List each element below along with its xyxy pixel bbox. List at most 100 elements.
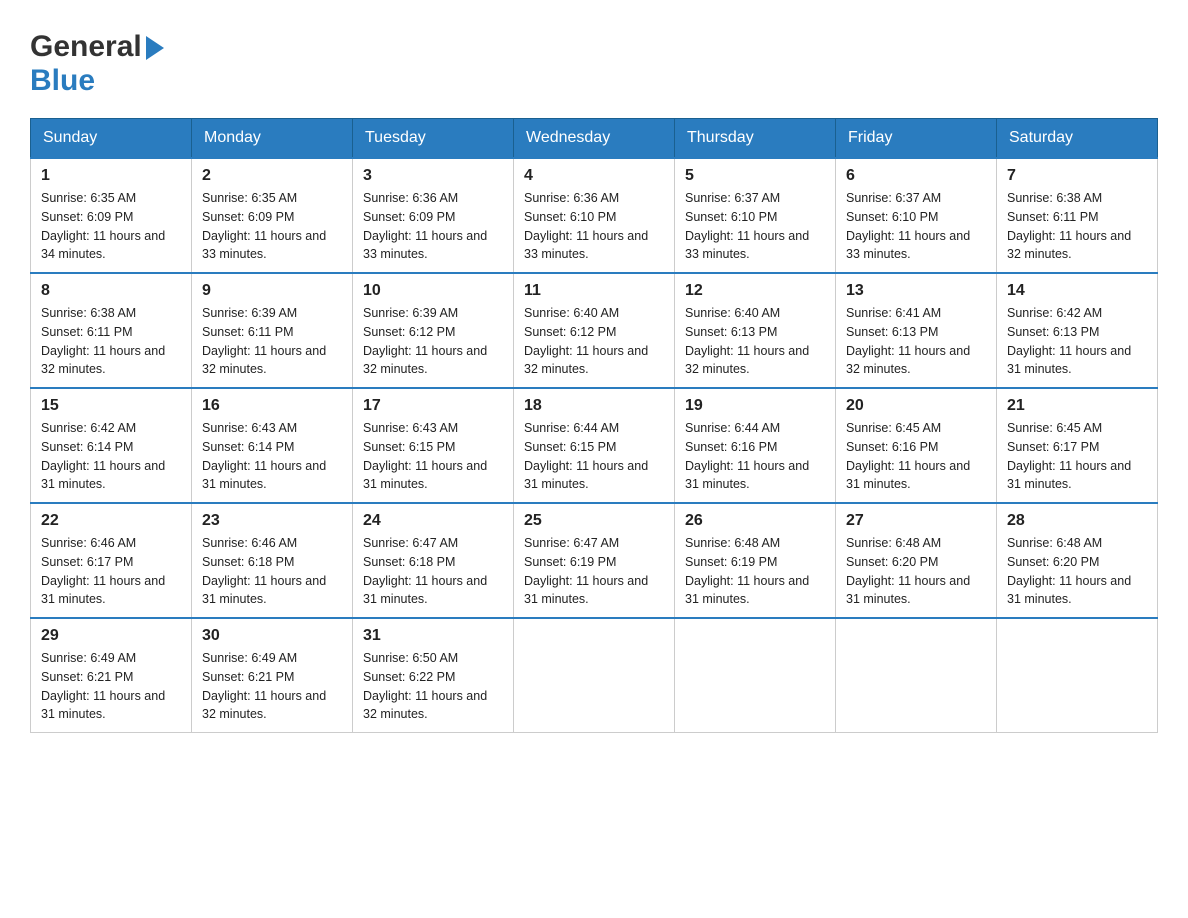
calendar-day-cell: 22 Sunrise: 6:46 AMSunset: 6:17 PMDaylig… (31, 503, 192, 618)
calendar-day-cell: 9 Sunrise: 6:39 AMSunset: 6:11 PMDayligh… (192, 273, 353, 388)
day-info: Sunrise: 6:45 AMSunset: 6:17 PMDaylight:… (1007, 421, 1131, 491)
day-info: Sunrise: 6:44 AMSunset: 6:15 PMDaylight:… (524, 421, 648, 491)
day-info: Sunrise: 6:47 AMSunset: 6:18 PMDaylight:… (363, 536, 487, 606)
calendar-day-cell: 17 Sunrise: 6:43 AMSunset: 6:15 PMDaylig… (353, 388, 514, 503)
day-number: 20 (846, 397, 986, 415)
day-info: Sunrise: 6:41 AMSunset: 6:13 PMDaylight:… (846, 306, 970, 376)
day-number: 18 (524, 397, 664, 415)
calendar-day-cell: 25 Sunrise: 6:47 AMSunset: 6:19 PMDaylig… (514, 503, 675, 618)
calendar-day-cell: 18 Sunrise: 6:44 AMSunset: 6:15 PMDaylig… (514, 388, 675, 503)
calendar-week-row: 29 Sunrise: 6:49 AMSunset: 6:21 PMDaylig… (31, 618, 1158, 733)
day-info: Sunrise: 6:39 AMSunset: 6:11 PMDaylight:… (202, 306, 326, 376)
calendar-day-cell: 3 Sunrise: 6:36 AMSunset: 6:09 PMDayligh… (353, 158, 514, 273)
calendar-day-cell: 30 Sunrise: 6:49 AMSunset: 6:21 PMDaylig… (192, 618, 353, 733)
day-of-week-header: Monday (192, 119, 353, 159)
day-info: Sunrise: 6:42 AMSunset: 6:14 PMDaylight:… (41, 421, 165, 491)
day-number: 4 (524, 167, 664, 185)
calendar-week-row: 15 Sunrise: 6:42 AMSunset: 6:14 PMDaylig… (31, 388, 1158, 503)
calendar-week-row: 1 Sunrise: 6:35 AMSunset: 6:09 PMDayligh… (31, 158, 1158, 273)
day-number: 6 (846, 167, 986, 185)
calendar-day-cell: 24 Sunrise: 6:47 AMSunset: 6:18 PMDaylig… (353, 503, 514, 618)
calendar-day-cell: 29 Sunrise: 6:49 AMSunset: 6:21 PMDaylig… (31, 618, 192, 733)
day-number: 22 (41, 512, 181, 530)
day-info: Sunrise: 6:40 AMSunset: 6:13 PMDaylight:… (685, 306, 809, 376)
calendar-day-cell: 6 Sunrise: 6:37 AMSunset: 6:10 PMDayligh… (836, 158, 997, 273)
day-of-week-header: Saturday (997, 119, 1158, 159)
calendar-day-cell: 15 Sunrise: 6:42 AMSunset: 6:14 PMDaylig… (31, 388, 192, 503)
calendar-day-cell: 5 Sunrise: 6:37 AMSunset: 6:10 PMDayligh… (675, 158, 836, 273)
day-number: 1 (41, 167, 181, 185)
day-info: Sunrise: 6:38 AMSunset: 6:11 PMDaylight:… (41, 306, 165, 376)
day-info: Sunrise: 6:42 AMSunset: 6:13 PMDaylight:… (1007, 306, 1131, 376)
day-number: 31 (363, 627, 503, 645)
calendar-day-cell: 11 Sunrise: 6:40 AMSunset: 6:12 PMDaylig… (514, 273, 675, 388)
calendar-day-cell: 13 Sunrise: 6:41 AMSunset: 6:13 PMDaylig… (836, 273, 997, 388)
day-info: Sunrise: 6:45 AMSunset: 6:16 PMDaylight:… (846, 421, 970, 491)
day-number: 10 (363, 282, 503, 300)
calendar-table: SundayMondayTuesdayWednesdayThursdayFrid… (30, 118, 1158, 733)
calendar-week-row: 8 Sunrise: 6:38 AMSunset: 6:11 PMDayligh… (31, 273, 1158, 388)
logo-blue-text: Blue (30, 64, 95, 97)
day-info: Sunrise: 6:48 AMSunset: 6:19 PMDaylight:… (685, 536, 809, 606)
day-number: 8 (41, 282, 181, 300)
day-info: Sunrise: 6:39 AMSunset: 6:12 PMDaylight:… (363, 306, 487, 376)
calendar-week-row: 22 Sunrise: 6:46 AMSunset: 6:17 PMDaylig… (31, 503, 1158, 618)
day-of-week-header: Sunday (31, 119, 192, 159)
day-number: 16 (202, 397, 342, 415)
calendar-day-cell: 31 Sunrise: 6:50 AMSunset: 6:22 PMDaylig… (353, 618, 514, 733)
day-info: Sunrise: 6:47 AMSunset: 6:19 PMDaylight:… (524, 536, 648, 606)
day-info: Sunrise: 6:43 AMSunset: 6:15 PMDaylight:… (363, 421, 487, 491)
calendar-day-cell: 2 Sunrise: 6:35 AMSunset: 6:09 PMDayligh… (192, 158, 353, 273)
day-number: 2 (202, 167, 342, 185)
day-number: 28 (1007, 512, 1147, 530)
calendar-day-cell: 28 Sunrise: 6:48 AMSunset: 6:20 PMDaylig… (997, 503, 1158, 618)
logo-general-text: General (30, 30, 142, 64)
day-number: 30 (202, 627, 342, 645)
day-info: Sunrise: 6:40 AMSunset: 6:12 PMDaylight:… (524, 306, 648, 376)
calendar-day-cell: 27 Sunrise: 6:48 AMSunset: 6:20 PMDaylig… (836, 503, 997, 618)
day-number: 21 (1007, 397, 1147, 415)
day-info: Sunrise: 6:46 AMSunset: 6:18 PMDaylight:… (202, 536, 326, 606)
calendar-day-cell: 20 Sunrise: 6:45 AMSunset: 6:16 PMDaylig… (836, 388, 997, 503)
day-number: 9 (202, 282, 342, 300)
calendar-day-cell: 7 Sunrise: 6:38 AMSunset: 6:11 PMDayligh… (997, 158, 1158, 273)
day-number: 7 (1007, 167, 1147, 185)
calendar-day-cell: 8 Sunrise: 6:38 AMSunset: 6:11 PMDayligh… (31, 273, 192, 388)
day-info: Sunrise: 6:37 AMSunset: 6:10 PMDaylight:… (846, 191, 970, 261)
calendar-header-row: SundayMondayTuesdayWednesdayThursdayFrid… (31, 119, 1158, 159)
calendar-day-cell (514, 618, 675, 733)
calendar-day-cell: 4 Sunrise: 6:36 AMSunset: 6:10 PMDayligh… (514, 158, 675, 273)
calendar-day-cell: 19 Sunrise: 6:44 AMSunset: 6:16 PMDaylig… (675, 388, 836, 503)
logo: General Blue (30, 30, 164, 98)
day-number: 3 (363, 167, 503, 185)
day-info: Sunrise: 6:49 AMSunset: 6:21 PMDaylight:… (202, 651, 326, 721)
calendar-day-cell: 12 Sunrise: 6:40 AMSunset: 6:13 PMDaylig… (675, 273, 836, 388)
calendar-day-cell: 16 Sunrise: 6:43 AMSunset: 6:14 PMDaylig… (192, 388, 353, 503)
day-info: Sunrise: 6:44 AMSunset: 6:16 PMDaylight:… (685, 421, 809, 491)
calendar-day-cell: 23 Sunrise: 6:46 AMSunset: 6:18 PMDaylig… (192, 503, 353, 618)
day-number: 24 (363, 512, 503, 530)
page-header: General Blue (30, 30, 1158, 98)
calendar-day-cell: 14 Sunrise: 6:42 AMSunset: 6:13 PMDaylig… (997, 273, 1158, 388)
day-info: Sunrise: 6:49 AMSunset: 6:21 PMDaylight:… (41, 651, 165, 721)
day-number: 11 (524, 282, 664, 300)
day-info: Sunrise: 6:36 AMSunset: 6:09 PMDaylight:… (363, 191, 487, 261)
day-info: Sunrise: 6:35 AMSunset: 6:09 PMDaylight:… (41, 191, 165, 261)
calendar-day-cell (997, 618, 1158, 733)
day-of-week-header: Wednesday (514, 119, 675, 159)
day-number: 26 (685, 512, 825, 530)
day-of-week-header: Tuesday (353, 119, 514, 159)
day-number: 25 (524, 512, 664, 530)
day-info: Sunrise: 6:50 AMSunset: 6:22 PMDaylight:… (363, 651, 487, 721)
day-number: 5 (685, 167, 825, 185)
calendar-day-cell (675, 618, 836, 733)
calendar-day-cell: 1 Sunrise: 6:35 AMSunset: 6:09 PMDayligh… (31, 158, 192, 273)
calendar-day-cell: 10 Sunrise: 6:39 AMSunset: 6:12 PMDaylig… (353, 273, 514, 388)
day-number: 19 (685, 397, 825, 415)
day-info: Sunrise: 6:37 AMSunset: 6:10 PMDaylight:… (685, 191, 809, 261)
day-number: 27 (846, 512, 986, 530)
day-info: Sunrise: 6:35 AMSunset: 6:09 PMDaylight:… (202, 191, 326, 261)
day-number: 14 (1007, 282, 1147, 300)
day-info: Sunrise: 6:38 AMSunset: 6:11 PMDaylight:… (1007, 191, 1131, 261)
day-info: Sunrise: 6:46 AMSunset: 6:17 PMDaylight:… (41, 536, 165, 606)
